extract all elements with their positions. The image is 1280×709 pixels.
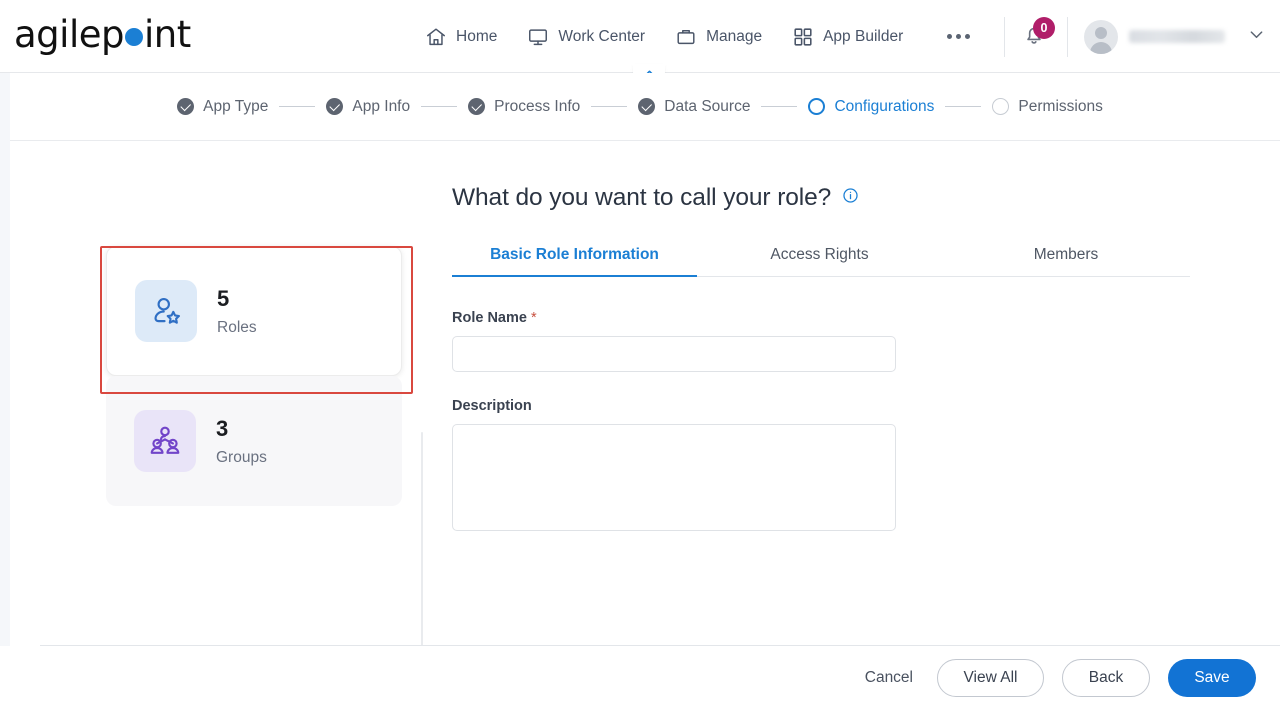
step-check-icon [638, 98, 656, 115]
nav-item-manage[interactable]: Manage [675, 26, 762, 48]
step-pending-icon [992, 98, 1010, 115]
card-roles[interactable]: 5 Roles [106, 246, 402, 376]
nav-label-home: Home [456, 27, 498, 45]
title-row: What do you want to call your role? [452, 184, 1212, 212]
notification-count-badge: 0 [1033, 16, 1055, 39]
logo-dot [124, 28, 143, 46]
card-groups[interactable]: 3 Groups [106, 376, 402, 506]
step-app-type[interactable]: App Type [177, 98, 268, 116]
step-process-info[interactable]: Process Info [468, 98, 580, 116]
card-groups-count: 3 [216, 416, 229, 442]
home-icon [425, 26, 447, 48]
description-textarea[interactable] [452, 424, 896, 531]
header-divider-1 [1004, 16, 1005, 57]
role-form-section: What do you want to call your role? Basi… [452, 184, 1212, 536]
agilepoint-logo[interactable]: agilep int [14, 16, 191, 53]
required-marker: * [530, 310, 537, 326]
role-tabs: Basic Role Information Access Rights Mem… [452, 246, 1190, 277]
step-label: Permissions [1018, 97, 1103, 115]
wizard-stepper: App Type App Info Process Info Data Sour… [0, 73, 1280, 141]
nav-label-app-builder: App Builder [823, 27, 904, 45]
monitor-icon [527, 26, 549, 48]
description-label: Description [452, 398, 532, 414]
card-groups-label: Groups [216, 448, 267, 466]
card-roles-text: 5 Roles [217, 285, 257, 337]
tab-basic-role-information[interactable]: Basic Role Information [452, 246, 697, 277]
nav-label-manage: Manage [706, 27, 763, 45]
grid-icon [792, 26, 814, 48]
avatar-head [1095, 26, 1107, 39]
main-nav: Home Work Center Manage App Builder [425, 0, 971, 73]
card-roles-count: 5 [217, 286, 230, 312]
view-all-button[interactable]: View All [937, 658, 1044, 697]
role-name-label-text: Role Name [452, 310, 527, 326]
step-label: App Info [352, 97, 411, 115]
step-check-icon [468, 98, 486, 115]
step-app-info[interactable]: App Info [326, 98, 410, 116]
step-connector [421, 105, 458, 108]
cancel-button[interactable]: Cancel [859, 661, 919, 695]
step-connector [761, 105, 798, 108]
nav-item-work-center[interactable]: Work Center [527, 26, 645, 48]
app-page: agilep int Home Work Center Manage App B… [0, 0, 1280, 709]
step-label: Data Source [664, 97, 751, 115]
step-permissions[interactable]: Permissions [992, 97, 1103, 116]
nav-item-home[interactable]: Home [425, 26, 497, 48]
info-circle-icon[interactable] [842, 187, 859, 209]
stepper-items: App Type App Info Process Info Data Sour… [177, 98, 1103, 116]
field-spacer [452, 372, 1212, 398]
step-check-icon [326, 98, 344, 115]
nav-label-work-center: Work Center [558, 27, 646, 45]
header-right: 0 [988, 0, 1266, 73]
notifications-button[interactable]: 0 [1021, 16, 1055, 53]
header-divider-2 [1067, 16, 1068, 57]
step-connector [279, 105, 316, 108]
basic-role-form: Role Name * Description [452, 310, 1212, 536]
save-button[interactable]: Save [1168, 658, 1256, 697]
step-data-source[interactable]: Data Source [638, 98, 750, 116]
main-content: 5 Roles 3 Groups What do you want to cal… [10, 142, 1280, 709]
step-label: Process Info [494, 97, 581, 115]
step-label: App Type [203, 97, 269, 115]
logo-text-left: agilep [14, 13, 124, 56]
logo-text-right: int [143, 13, 191, 56]
tab-access-rights[interactable]: Access Rights [697, 246, 942, 276]
ellipsis-icon[interactable] [947, 34, 971, 39]
wizard-footer: Cancel View All Back Save [0, 646, 1280, 709]
user-name-label [1129, 30, 1225, 43]
entity-cards-panel: 5 Roles 3 Groups [106, 246, 414, 506]
top-header: agilep int Home Work Center Manage App B… [0, 0, 1280, 73]
back-button[interactable]: Back [1062, 658, 1150, 697]
briefcase-icon [675, 26, 697, 48]
nav-item-app-builder[interactable]: App Builder [792, 26, 903, 48]
step-connector [945, 105, 982, 108]
left-rail [0, 73, 10, 709]
person-star-icon [135, 280, 197, 342]
chevron-down-icon[interactable] [1247, 25, 1266, 49]
role-name-label: Role Name * [452, 310, 1212, 326]
step-configurations[interactable]: Configurations [808, 98, 934, 116]
page-title: What do you want to call your role? [452, 184, 832, 211]
role-name-input[interactable] [452, 336, 896, 372]
people-group-icon [134, 410, 196, 472]
step-check-icon [177, 98, 195, 115]
avatar-body [1090, 41, 1112, 54]
tab-members[interactable]: Members [942, 246, 1190, 276]
step-connector [591, 105, 628, 108]
step-current-icon [808, 98, 826, 115]
card-roles-label: Roles [217, 318, 257, 336]
step-label: Configurations [834, 97, 935, 115]
card-groups-text: 3 Groups [216, 415, 267, 467]
avatar[interactable] [1084, 19, 1118, 54]
